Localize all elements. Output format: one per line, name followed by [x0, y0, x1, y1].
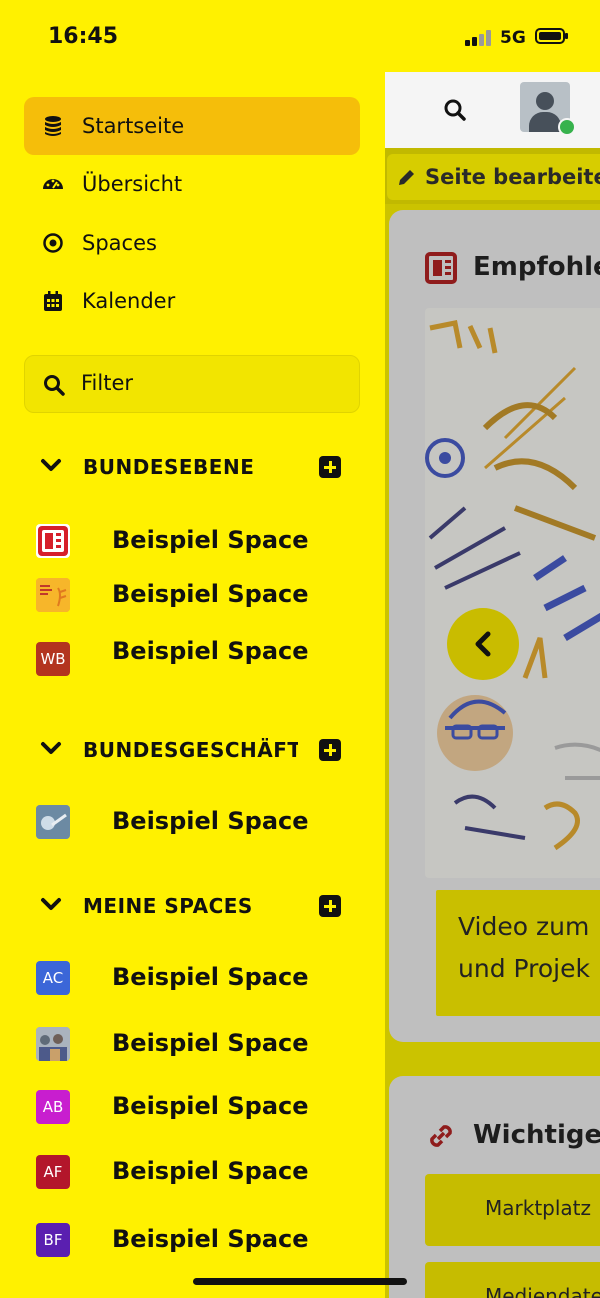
recommended-card: Empfohle Video zum und Projek [389, 210, 600, 1042]
search-icon[interactable] [443, 98, 467, 122]
space-name: Beispiel Space [112, 1029, 309, 1057]
status-time: 16:45 [48, 24, 119, 49]
space-item[interactable]: AF Beispiel Space [36, 1155, 366, 1195]
nav-item-spaces[interactable]: Spaces [24, 214, 360, 272]
important-links-title: Wichtige [473, 1120, 600, 1150]
home-indicator [193, 1278, 407, 1285]
nav-label: Spaces [82, 231, 157, 255]
space-name: Beispiel Space [112, 1092, 309, 1120]
calendar-icon [44, 291, 62, 311]
newspaper-icon [425, 252, 457, 284]
nav-label: Kalender [82, 289, 176, 313]
dashboard-gauge-icon [43, 179, 63, 189]
chevron-down-icon [41, 459, 61, 471]
space-item[interactable]: Beispiel Space [36, 805, 366, 845]
nav-label: Übersicht [82, 172, 183, 196]
space-initials-logo: AC [36, 961, 70, 995]
chevron-down-icon [41, 742, 61, 754]
main-content: Seite bearbeiten Empfohle [385, 72, 600, 1298]
carousel-prev-button[interactable] [447, 608, 519, 680]
space-name: Beispiel Space [112, 637, 309, 665]
edit-page-label: Seite bearbeiten [425, 165, 600, 189]
dot-circle-icon [43, 233, 63, 253]
database-icon [45, 116, 61, 136]
chevron-left-icon [475, 631, 491, 657]
space-initials-logo: AB [36, 1090, 70, 1124]
video-caption[interactable]: Video zum und Projek [436, 890, 600, 1016]
newspaper-logo-icon [36, 524, 70, 558]
video-caption-line-1: Video zum [458, 912, 590, 941]
add-space-icon[interactable] [319, 456, 341, 478]
space-name: Beispiel Space [112, 580, 309, 608]
space-name: Beispiel Space [112, 526, 309, 554]
link-button-label: Mediendatenba [485, 1284, 600, 1298]
navigation-drawer: Startseite Übersicht Spaces Kalender Fil… [0, 72, 385, 1298]
space-initials-logo: WB [36, 642, 70, 676]
space-name: Beispiel Space [112, 1157, 309, 1185]
pencil-icon [399, 170, 414, 185]
space-item[interactable]: Beispiel Space [36, 578, 366, 618]
space-name: Beispiel Space [112, 807, 309, 835]
space-item[interactable]: BF Beispiel Space [36, 1223, 366, 1263]
section-title: MEINE SPACES [83, 894, 253, 918]
image-logo-icon [36, 578, 70, 612]
section-header-bundesebene[interactable]: BUNDESEBENE [40, 452, 360, 486]
online-status-dot [558, 118, 576, 136]
important-links-card: Wichtige Marktplatz Mediendatenba [389, 1076, 600, 1298]
add-space-icon[interactable] [319, 895, 341, 917]
nav-item-uebersicht[interactable]: Übersicht [24, 155, 360, 213]
edit-page-button[interactable]: Seite bearbeiten [387, 154, 600, 200]
search-icon [44, 375, 65, 396]
status-bar: 16:45 5G [0, 0, 600, 72]
filter-label: Filter [81, 371, 134, 395]
space-item[interactable]: AB Beispiel Space [36, 1090, 366, 1130]
space-item[interactable]: Beispiel Space [36, 524, 366, 564]
section-header-bundesgeschaeft[interactable]: BUNDESGESCHÄFT... [40, 735, 360, 769]
space-initials-logo: BF [36, 1223, 70, 1257]
space-name: Beispiel Space [112, 963, 309, 991]
photo-logo-icon [36, 1027, 70, 1061]
section-title: BUNDESGESCHÄFT... [83, 738, 298, 762]
video-caption-line-2: und Projek [458, 954, 590, 983]
nav-item-kalender[interactable]: Kalender [24, 272, 360, 330]
signal-icon [465, 30, 493, 46]
battery-icon [535, 28, 568, 44]
add-space-icon[interactable] [319, 739, 341, 761]
link-button-mediendatenbank[interactable]: Mediendatenba [425, 1262, 600, 1298]
space-item[interactable]: WB Beispiel Space [36, 637, 366, 682]
photo-logo-icon [36, 805, 70, 839]
filter-input[interactable]: Filter [24, 355, 360, 413]
section-title: BUNDESEBENE [83, 455, 255, 479]
section-header-meine-spaces[interactable]: MEINE SPACES [40, 891, 360, 925]
nav-item-startseite[interactable]: Startseite [24, 97, 360, 155]
space-item[interactable]: Beispiel Space [36, 1027, 366, 1067]
network-label: 5G [500, 28, 526, 48]
space-item[interactable]: AC Beispiel Space [36, 961, 366, 1001]
link-button-label: Marktplatz [485, 1196, 592, 1220]
nav-label: Startseite [82, 114, 185, 138]
carousel-image[interactable] [425, 308, 600, 878]
space-initials-logo: AF [36, 1155, 70, 1189]
link-button-marktplatz[interactable]: Marktplatz [425, 1174, 600, 1246]
space-name: Beispiel Space [112, 1225, 309, 1253]
top-bar [385, 72, 600, 148]
chevron-down-icon [41, 898, 61, 910]
recommended-title: Empfohle [473, 252, 600, 282]
link-icon [430, 1125, 452, 1147]
